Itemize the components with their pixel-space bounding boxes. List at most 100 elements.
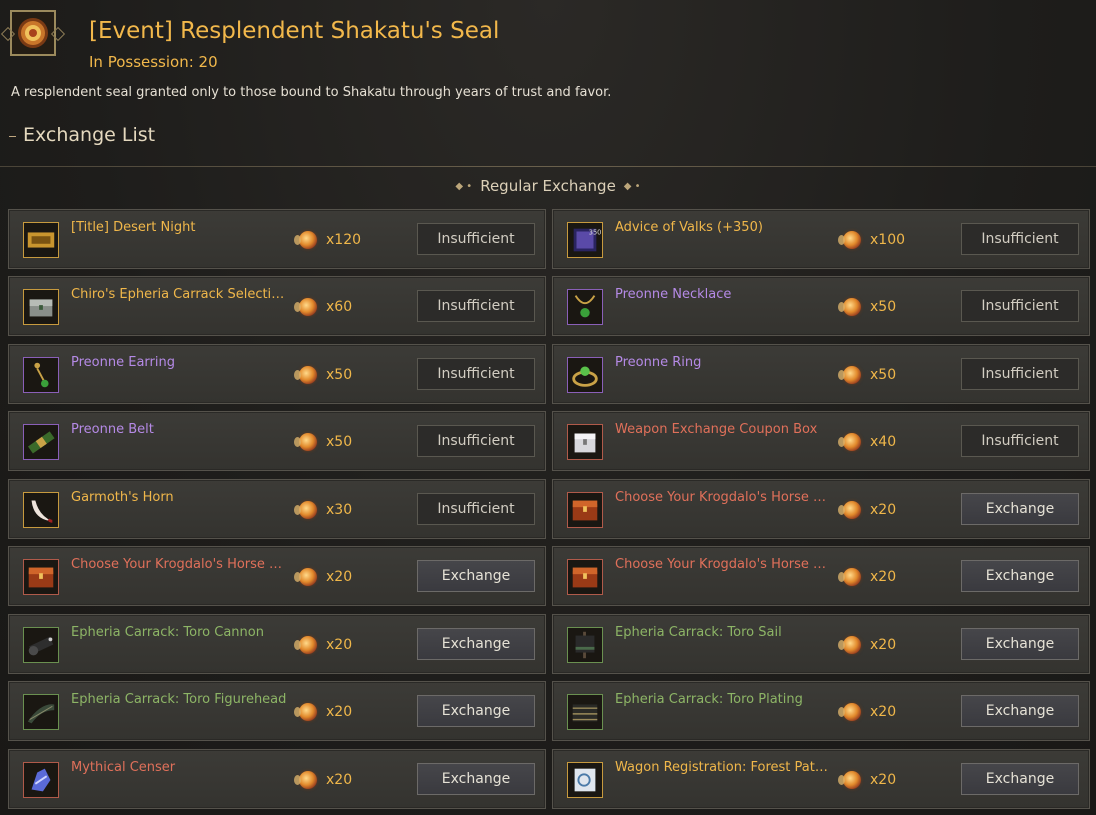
- exchange-item-row[interactable]: Epheria Carrack: Toro Figurehead x20 Excha…: [8, 681, 546, 741]
- item-cost: x20: [294, 635, 352, 655]
- title-scroll-icon[interactable]: [23, 222, 59, 258]
- exchange-item-row[interactable]: Choose Your Krogdalo's Horse Gear Box x20…: [8, 546, 546, 606]
- treasure-chest-icon[interactable]: [23, 559, 59, 595]
- treasure-chest-icon[interactable]: [567, 492, 603, 528]
- seal-coin-icon: [294, 501, 317, 519]
- exchange-button[interactable]: Exchange: [961, 493, 1079, 525]
- cannon-icon[interactable]: [23, 627, 59, 663]
- earring-icon[interactable]: [23, 357, 59, 393]
- item-name: Chiro's Epheria Carrack Selection Box: [71, 287, 291, 302]
- insufficient-button[interactable]: Insufficient: [417, 425, 535, 457]
- seal-coin-icon: [294, 636, 317, 654]
- exchange-item-row[interactable]: Choose Your Krogdalo's Horse Gear Box x20…: [552, 546, 1090, 606]
- seal-coin-icon: [838, 636, 861, 654]
- insufficient-button[interactable]: Insufficient: [961, 425, 1079, 457]
- seal-coin-icon: [294, 433, 317, 451]
- insufficient-button[interactable]: Insufficient: [417, 223, 535, 255]
- exchange-button[interactable]: Exchange: [961, 695, 1079, 727]
- valks-book-icon[interactable]: 350: [567, 222, 603, 258]
- sail-icon[interactable]: [567, 627, 603, 663]
- seal-coin-icon: [294, 568, 317, 586]
- svg-text:350: 350: [589, 228, 602, 236]
- exchange-button[interactable]: Exchange: [961, 628, 1079, 660]
- exchange-item-row[interactable]: Epheria Carrack: Toro Sail x20 Exchange: [552, 614, 1090, 674]
- exchange-item-row[interactable]: Weapon Exchange Coupon Box x40 Insufficien…: [552, 411, 1090, 471]
- seal-coin-icon: [294, 703, 317, 721]
- insufficient-button[interactable]: Insufficient: [961, 290, 1079, 322]
- item-name: Epheria Carrack: Toro Cannon: [71, 625, 264, 640]
- treasure-chest-icon[interactable]: [567, 559, 603, 595]
- coupon-box-icon[interactable]: [567, 424, 603, 460]
- item-cost: x20: [838, 770, 897, 790]
- exchange-item-row[interactable]: Preonne Earring x50 Insufficient: [8, 344, 546, 404]
- exchange-item-row[interactable]: Epheria Carrack: Toro Plating x20 Exchange: [552, 681, 1090, 741]
- possession-count: In Possession: 20: [89, 53, 218, 71]
- item-name: Advice of Valks (+350): [615, 220, 763, 235]
- insufficient-button[interactable]: Insufficient: [417, 493, 535, 525]
- insufficient-button[interactable]: Insufficient: [961, 223, 1079, 255]
- exchange-button[interactable]: Exchange: [961, 763, 1079, 795]
- cost-amount: x20: [326, 569, 353, 585]
- exchange-button[interactable]: Exchange: [417, 560, 535, 592]
- item-name: Garmoth's Horn: [71, 490, 174, 505]
- exchange-button[interactable]: Exchange: [417, 763, 535, 795]
- item-name: Epheria Carrack: Toro Plating: [615, 692, 803, 707]
- seal-coin-icon: [838, 501, 861, 519]
- cost-amount: x50: [326, 434, 353, 450]
- seal-coin-icon: [838, 703, 861, 721]
- exchange-item-row[interactable]: Preonne Ring x50 Insufficient: [552, 344, 1090, 404]
- item-cost: x20: [294, 567, 353, 587]
- ornament-icon: [50, 26, 66, 42]
- exchange-button[interactable]: Exchange: [417, 628, 535, 660]
- cost-amount: x40: [870, 434, 897, 450]
- item-cost: x100: [838, 230, 905, 250]
- divider-dash: [9, 136, 16, 137]
- cost-amount: x50: [870, 299, 897, 315]
- horn-icon[interactable]: [23, 492, 59, 528]
- cost-amount: x30: [326, 502, 353, 518]
- belt-icon[interactable]: [23, 424, 59, 460]
- figurehead-icon[interactable]: [23, 694, 59, 730]
- seal-graphic: [18, 18, 48, 48]
- registration-scroll-icon[interactable]: [567, 762, 603, 798]
- item-cost: x20: [838, 702, 896, 722]
- exchange-item-row[interactable]: Chiro's Epheria Carrack Selection Box x60…: [8, 276, 546, 336]
- exchange-item-row[interactable]: Wagon Registration: Forest Path Wagon x20…: [552, 749, 1090, 809]
- insufficient-button[interactable]: Insufficient: [961, 358, 1079, 390]
- cost-amount: x20: [326, 704, 353, 720]
- item-name: Preonne Necklace: [615, 287, 732, 302]
- chest-icon[interactable]: [23, 289, 59, 325]
- exchange-item-row[interactable]: Mythical Censer x20 Exchange: [8, 749, 546, 809]
- cost-amount: x20: [870, 569, 897, 585]
- exchange-item-row[interactable]: 350 Advice of Valks (+350) x100 Insufficien…: [552, 209, 1090, 269]
- cost-amount: x20: [870, 502, 897, 518]
- exchange-item-row[interactable]: Garmoth's Horn x30 Insufficient: [8, 479, 546, 539]
- seal-coin-icon: [294, 771, 317, 789]
- cost-amount: x50: [326, 367, 353, 383]
- cost-amount: x60: [326, 299, 353, 315]
- censer-icon[interactable]: [23, 762, 59, 798]
- item-name: Choose Your Krogdalo's Horse Gear Box: [615, 490, 835, 505]
- seal-icon: [0, 10, 66, 56]
- seal-coin-icon: [294, 366, 317, 384]
- exchange-item-row[interactable]: Choose Your Krogdalo's Horse Gear Box x20…: [552, 479, 1090, 539]
- exchange-item-row[interactable]: Preonne Belt x50 Insufficient: [8, 411, 546, 471]
- exchange-button[interactable]: Exchange: [417, 695, 535, 727]
- plating-icon[interactable]: [567, 694, 603, 730]
- item-name: Mythical Censer: [71, 760, 176, 775]
- exchange-item-row[interactable]: Epheria Carrack: Toro Cannon x20 Exchange: [8, 614, 546, 674]
- ring-icon[interactable]: [567, 357, 603, 393]
- cost-amount: x20: [326, 772, 353, 788]
- exchange-button[interactable]: Exchange: [961, 560, 1079, 592]
- ornament-left-icon: ◆ •: [455, 181, 473, 192]
- exchange-item-row[interactable]: Preonne Necklace x50 Insufficient: [552, 276, 1090, 336]
- cost-amount: x20: [870, 772, 897, 788]
- cost-amount: x120: [326, 232, 362, 248]
- exchange-item-row[interactable]: [Title] Desert Night x120 Insufficient: [8, 209, 546, 269]
- necklace-icon[interactable]: [567, 289, 603, 325]
- insufficient-button[interactable]: Insufficient: [417, 358, 535, 390]
- item-description: A resplendent seal granted only to those…: [11, 85, 612, 100]
- insufficient-button[interactable]: Insufficient: [417, 290, 535, 322]
- ornament-icon: [0, 26, 16, 42]
- item-cost: x40: [838, 432, 897, 452]
